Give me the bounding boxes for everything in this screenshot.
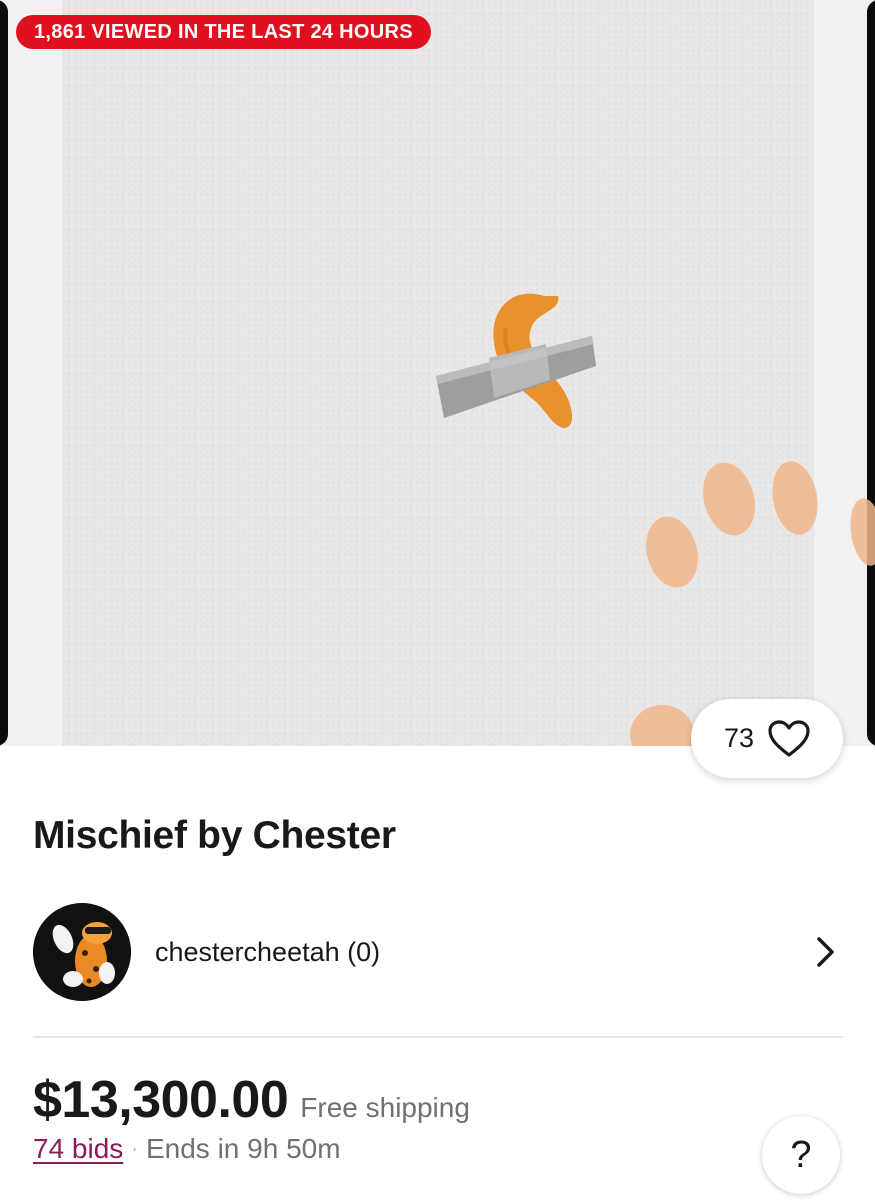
item-image-gallery[interactable]: 1,861 VIEWED IN THE LAST 24 HOURS xyxy=(0,0,875,746)
views-badge: 1,861 VIEWED IN THE LAST 24 HOURS xyxy=(16,15,431,49)
chevron-right-icon[interactable] xyxy=(815,935,837,969)
section-divider xyxy=(33,1036,843,1038)
gallery-edge-left xyxy=(0,0,8,746)
item-photo[interactable] xyxy=(62,0,875,746)
listing-title: Mischief by Chester xyxy=(33,814,396,857)
current-price: $13,300.00 xyxy=(33,1071,289,1129)
time-left: Ends in 9h 50m xyxy=(145,1133,341,1164)
bids-row: 74 bids · Ends in 9h 50m xyxy=(33,1133,341,1165)
shipping-info: Free shipping xyxy=(300,1092,470,1123)
help-button[interactable]: ? xyxy=(762,1116,840,1194)
seller-name[interactable]: chestercheetah (0) xyxy=(155,937,815,968)
watch-count: 73 xyxy=(723,723,755,753)
cheetah-avatar-icon xyxy=(33,903,131,1001)
heart-icon xyxy=(768,719,810,757)
seller-avatar xyxy=(33,903,131,1001)
price-row: $13,300.00 Free shipping xyxy=(33,1070,470,1130)
watch-button[interactable]: 73 xyxy=(691,699,843,778)
bid-history-link[interactable]: 74 bids xyxy=(33,1133,123,1165)
seller-info-row[interactable]: chestercheetah (0) xyxy=(33,903,843,1001)
separator-dot: · xyxy=(131,1137,138,1160)
cheese-puff-taped-image xyxy=(436,293,596,428)
